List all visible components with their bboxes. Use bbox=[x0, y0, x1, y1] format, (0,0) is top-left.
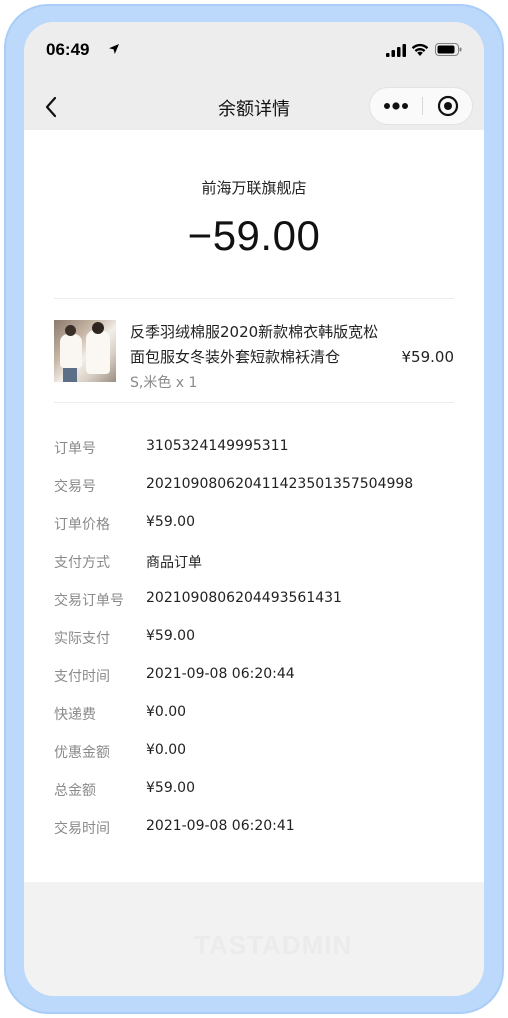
detail-label: 支付方式 bbox=[54, 555, 110, 571]
phone-screen: 06:49 余额详情 前海万联旗舰店 −59.00 反季羽绒棉服2020新款棉衣… bbox=[24, 22, 484, 996]
wifi-icon bbox=[411, 43, 429, 56]
detail-value: ¥59.00 bbox=[146, 780, 195, 796]
nav-bar: 余额详情 bbox=[24, 84, 484, 130]
close-button[interactable] bbox=[423, 88, 473, 124]
detail-label: 订单号 bbox=[54, 441, 96, 457]
detail-row: 交易订单号 2021090806204493561431 bbox=[54, 590, 454, 628]
detail-value: 2021090806204114235013575049​98 bbox=[146, 476, 414, 492]
merchant-name: 前海万联旗舰店 bbox=[201, 179, 307, 197]
detail-row: 订单号 3105324149995311 bbox=[54, 438, 454, 476]
detail-row: 优惠金额 ¥0.00 bbox=[54, 742, 454, 780]
detail-row: 订单价格 ¥59.00 bbox=[54, 514, 454, 552]
product-spec: S,米色 x 1 bbox=[130, 375, 198, 391]
more-dots-icon bbox=[384, 102, 408, 110]
detail-row: 快递费 ¥0.00 bbox=[54, 704, 454, 742]
divider bbox=[54, 402, 454, 403]
detail-value: ¥0.00 bbox=[146, 742, 187, 758]
product-thumbnail bbox=[54, 320, 116, 382]
status-time: 06:49 bbox=[46, 40, 90, 59]
detail-label: 支付时间 bbox=[54, 669, 110, 685]
detail-row: 支付方式 商品订单 bbox=[54, 552, 454, 590]
product-title: 反季羽绒棉服2020新款棉衣韩版宽松面包服女冬装外套短款棉袄清仓 bbox=[130, 323, 379, 366]
detail-label: 总金额 bbox=[54, 783, 96, 799]
detail-value: ¥59.00 bbox=[146, 514, 195, 530]
divider bbox=[54, 298, 454, 299]
detail-value: 2021-09-08 06:20:41 bbox=[146, 818, 295, 834]
detail-label: 交易号 bbox=[54, 479, 96, 495]
detail-row: 实际支付 ¥59.00 bbox=[54, 628, 454, 666]
detail-list: 订单号 3105324149995311 交易号 202109080620411… bbox=[54, 438, 454, 856]
detail-row: 支付时间 2021-09-08 06:20:44 bbox=[54, 666, 454, 704]
more-button[interactable] bbox=[370, 88, 422, 124]
detail-label: 订单价格 bbox=[54, 517, 110, 533]
miniprogram-capsule bbox=[369, 87, 473, 125]
detail-value: 3105324149995311 bbox=[146, 438, 289, 454]
detail-row: 交易时间 2021-09-08 06:20:41 bbox=[54, 818, 454, 856]
signal-icon bbox=[386, 44, 406, 57]
detail-label: 交易订单号 bbox=[54, 593, 124, 609]
detail-label: 快递费 bbox=[54, 707, 96, 723]
location-arrow-icon bbox=[109, 44, 119, 54]
detail-row: 总金额 ¥59.00 bbox=[54, 780, 454, 818]
detail-value: 2021090806204493561431 bbox=[146, 590, 342, 606]
transaction-amount: −59.00 bbox=[187, 212, 321, 259]
detail-value: ¥0.00 bbox=[146, 704, 187, 720]
balance-detail-card: 前海万联旗舰店 −59.00 反季羽绒棉服2020新款棉衣韩版宽松面包服女冬装外… bbox=[24, 130, 484, 882]
detail-value: 2021-09-08 06:20:44 bbox=[146, 666, 295, 682]
watermark-text: TASTADMIN bbox=[194, 930, 353, 960]
detail-label: 实际支付 bbox=[54, 631, 110, 647]
battery-icon bbox=[435, 43, 462, 56]
detail-row: 交易号 2021090806204114235013575049​98 bbox=[54, 476, 454, 514]
detail-label: 优惠金额 bbox=[54, 745, 110, 761]
product-price: ¥59.00 bbox=[401, 348, 455, 366]
detail-label: 交易时间 bbox=[54, 821, 110, 837]
target-close-icon bbox=[437, 95, 459, 117]
detail-value: 商品订单 bbox=[146, 555, 202, 571]
detail-value: ¥59.00 bbox=[146, 628, 195, 644]
status-bar: 06:49 bbox=[24, 22, 484, 84]
product-item[interactable]: 反季羽绒棉服2020新款棉衣韩版宽松面包服女冬装外套短款棉袄清仓 ¥59.00 … bbox=[54, 306, 454, 402]
